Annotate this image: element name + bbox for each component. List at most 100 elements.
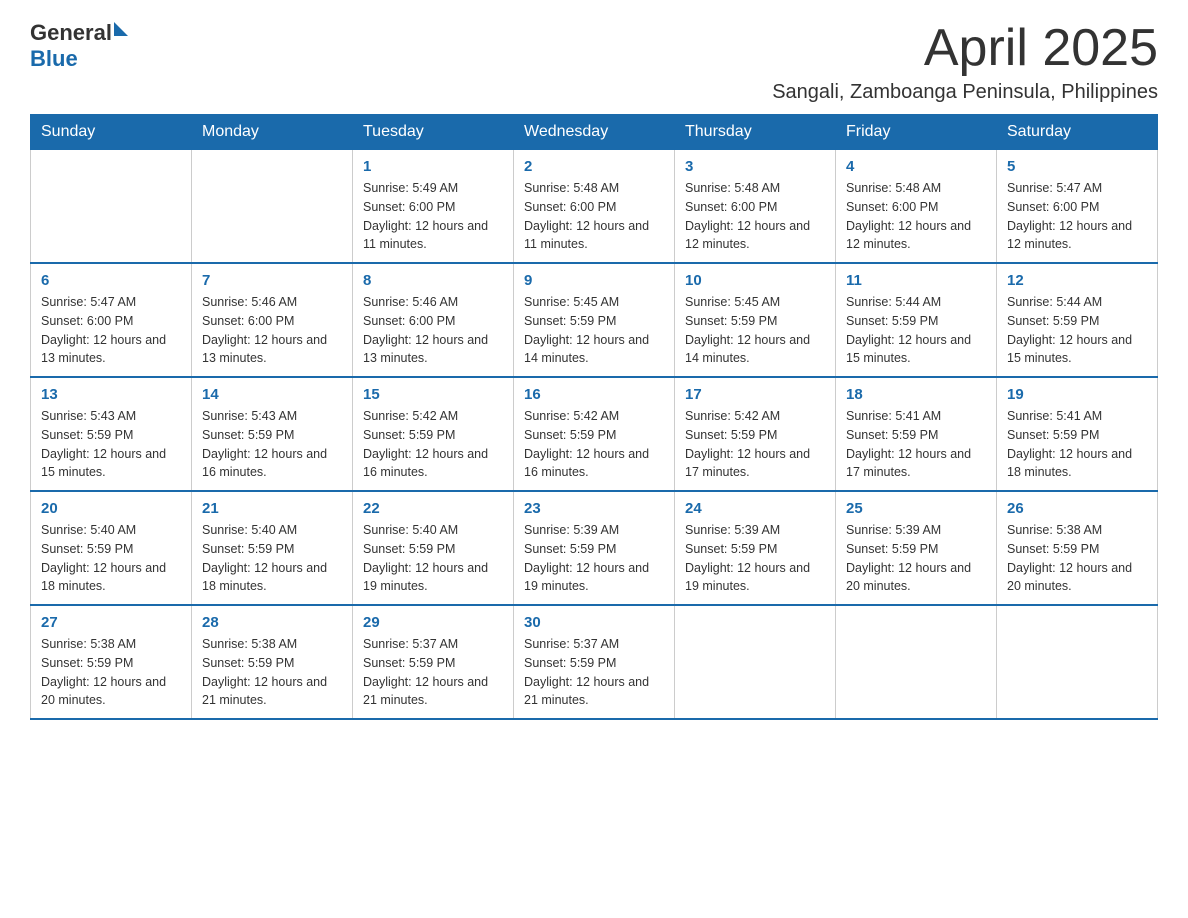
calendar-cell [997, 605, 1158, 719]
day-info: Sunrise: 5:43 AMSunset: 5:59 PMDaylight:… [202, 407, 342, 482]
calendar-table: SundayMondayTuesdayWednesdayThursdayFrid… [30, 114, 1158, 720]
calendar-cell: 3 Sunrise: 5:48 AMSunset: 6:00 PMDaylight… [675, 150, 836, 264]
day-number: 8 [363, 272, 503, 289]
calendar-cell: 2 Sunrise: 5:48 AMSunset: 6:00 PMDaylight… [514, 150, 675, 264]
day-info: Sunrise: 5:38 AMSunset: 5:59 PMDaylight:… [41, 635, 181, 710]
calendar-cell: 17 Sunrise: 5:42 AMSunset: 5:59 PMDayligh… [675, 377, 836, 491]
weekday-header-row: SundayMondayTuesdayWednesdayThursdayFrid… [31, 115, 1158, 150]
calendar-cell: 8 Sunrise: 5:46 AMSunset: 6:00 PMDaylight… [353, 263, 514, 377]
calendar-cell [192, 150, 353, 264]
day-info: Sunrise: 5:38 AMSunset: 5:59 PMDaylight:… [202, 635, 342, 710]
calendar-cell: 26Sunrise: 5:38 AMSunset: 5:59 PMDayligh… [997, 491, 1158, 605]
day-info: Sunrise: 5:41 AMSunset: 5:59 PMDaylight:… [1007, 407, 1147, 482]
weekday-header-sunday: Sunday [31, 115, 192, 150]
day-info: Sunrise: 5:44 AMSunset: 5:59 PMDaylight:… [846, 293, 986, 368]
calendar-cell: 20 Sunrise: 5:40 AMSunset: 5:59 PMDayligh… [31, 491, 192, 605]
weekday-header-thursday: Thursday [675, 115, 836, 150]
weekday-header-tuesday: Tuesday [353, 115, 514, 150]
calendar-cell: 27 Sunrise: 5:38 AMSunset: 5:59 PMDayligh… [31, 605, 192, 719]
calendar-cell: 30 Sunrise: 5:37 AMSunset: 5:59 PMDayligh… [514, 605, 675, 719]
calendar-cell: 12Sunrise: 5:44 AMSunset: 5:59 PMDayligh… [997, 263, 1158, 377]
day-number: 27 [41, 614, 181, 631]
day-number: 24 [685, 500, 825, 517]
day-number: 5 [1007, 158, 1147, 175]
calendar-cell: 29 Sunrise: 5:37 AMSunset: 5:59 PMDayligh… [353, 605, 514, 719]
day-info: Sunrise: 5:37 AMSunset: 5:59 PMDaylight:… [524, 635, 664, 710]
day-info: Sunrise: 5:40 AMSunset: 5:59 PMDaylight:… [202, 521, 342, 596]
calendar-cell [675, 605, 836, 719]
day-info: Sunrise: 5:48 AMSunset: 6:00 PMDaylight:… [524, 179, 664, 254]
calendar-cell: 22 Sunrise: 5:40 AMSunset: 5:59 PMDayligh… [353, 491, 514, 605]
day-number: 20 [41, 500, 181, 517]
day-info: Sunrise: 5:49 AMSunset: 6:00 PMDaylight:… [363, 179, 503, 254]
calendar-cell: 21 Sunrise: 5:40 AMSunset: 5:59 PMDayligh… [192, 491, 353, 605]
day-number: 16 [524, 386, 664, 403]
day-number: 9 [524, 272, 664, 289]
day-info: Sunrise: 5:46 AMSunset: 6:00 PMDaylight:… [363, 293, 503, 368]
month-title: April 2025 [772, 20, 1158, 77]
day-info: Sunrise: 5:46 AMSunset: 6:00 PMDaylight:… [202, 293, 342, 368]
weekday-header-saturday: Saturday [997, 115, 1158, 150]
calendar-cell: 7 Sunrise: 5:46 AMSunset: 6:00 PMDaylight… [192, 263, 353, 377]
day-number: 10 [685, 272, 825, 289]
calendar-cell: 9Sunrise: 5:45 AMSunset: 5:59 PMDaylight… [514, 263, 675, 377]
day-number: 14 [202, 386, 342, 403]
day-info: Sunrise: 5:48 AMSunset: 6:00 PMDaylight:… [846, 179, 986, 254]
day-number: 7 [202, 272, 342, 289]
day-info: Sunrise: 5:40 AMSunset: 5:59 PMDaylight:… [363, 521, 503, 596]
day-number: 6 [41, 272, 181, 289]
calendar-cell: 28 Sunrise: 5:38 AMSunset: 5:59 PMDayligh… [192, 605, 353, 719]
logo-blue: Blue [30, 46, 78, 72]
day-info: Sunrise: 5:45 AMSunset: 5:59 PMDaylight:… [685, 293, 825, 368]
calendar-cell: 13Sunrise: 5:43 AMSunset: 5:59 PMDayligh… [31, 377, 192, 491]
day-number: 3 [685, 158, 825, 175]
day-number: 29 [363, 614, 503, 631]
calendar-cell: 1Sunrise: 5:49 AMSunset: 6:00 PMDaylight… [353, 150, 514, 264]
weekday-header-friday: Friday [836, 115, 997, 150]
day-number: 18 [846, 386, 986, 403]
week-row-2: 6 Sunrise: 5:47 AMSunset: 6:00 PMDaylight… [31, 263, 1158, 377]
week-row-3: 13Sunrise: 5:43 AMSunset: 5:59 PMDayligh… [31, 377, 1158, 491]
day-number: 22 [363, 500, 503, 517]
day-number: 2 [524, 158, 664, 175]
day-number: 17 [685, 386, 825, 403]
day-info: Sunrise: 5:37 AMSunset: 5:59 PMDaylight:… [363, 635, 503, 710]
day-info: Sunrise: 5:42 AMSunset: 5:59 PMDaylight:… [363, 407, 503, 482]
day-number: 4 [846, 158, 986, 175]
day-info: Sunrise: 5:43 AMSunset: 5:59 PMDaylight:… [41, 407, 181, 482]
day-number: 15 [363, 386, 503, 403]
week-row-1: 1Sunrise: 5:49 AMSunset: 6:00 PMDaylight… [31, 150, 1158, 264]
logo-general: General [30, 20, 112, 46]
calendar-cell: 14 Sunrise: 5:43 AMSunset: 5:59 PMDayligh… [192, 377, 353, 491]
day-number: 30 [524, 614, 664, 631]
location-title: Sangali, Zamboanga Peninsula, Philippine… [772, 81, 1158, 104]
calendar-cell: 25Sunrise: 5:39 AMSunset: 5:59 PMDayligh… [836, 491, 997, 605]
calendar-cell: 24Sunrise: 5:39 AMSunset: 5:59 PMDayligh… [675, 491, 836, 605]
day-number: 28 [202, 614, 342, 631]
day-number: 23 [524, 500, 664, 517]
day-number: 21 [202, 500, 342, 517]
day-info: Sunrise: 5:47 AMSunset: 6:00 PMDaylight:… [41, 293, 181, 368]
calendar-cell: 19Sunrise: 5:41 AMSunset: 5:59 PMDayligh… [997, 377, 1158, 491]
calendar-cell: 10 Sunrise: 5:45 AMSunset: 5:59 PMDayligh… [675, 263, 836, 377]
calendar-cell: 5Sunrise: 5:47 AMSunset: 6:00 PMDaylight… [997, 150, 1158, 264]
week-row-5: 27 Sunrise: 5:38 AMSunset: 5:59 PMDayligh… [31, 605, 1158, 719]
day-info: Sunrise: 5:42 AMSunset: 5:59 PMDaylight:… [524, 407, 664, 482]
weekday-header-monday: Monday [192, 115, 353, 150]
day-number: 25 [846, 500, 986, 517]
calendar-cell: 23 Sunrise: 5:39 AMSunset: 5:59 PMDayligh… [514, 491, 675, 605]
day-info: Sunrise: 5:48 AMSunset: 6:00 PMDaylight:… [685, 179, 825, 254]
calendar-cell [31, 150, 192, 264]
calendar-cell: 18Sunrise: 5:41 AMSunset: 5:59 PMDayligh… [836, 377, 997, 491]
calendar-cell: 4 Sunrise: 5:48 AMSunset: 6:00 PMDaylight… [836, 150, 997, 264]
header: General Blue April 2025 Sangali, Zamboan… [30, 20, 1158, 104]
logo-triangle-icon [114, 22, 128, 36]
day-info: Sunrise: 5:42 AMSunset: 5:59 PMDaylight:… [685, 407, 825, 482]
day-info: Sunrise: 5:38 AMSunset: 5:59 PMDaylight:… [1007, 521, 1147, 596]
logo: General Blue [30, 20, 128, 72]
day-info: Sunrise: 5:40 AMSunset: 5:59 PMDaylight:… [41, 521, 181, 596]
day-info: Sunrise: 5:39 AMSunset: 5:59 PMDaylight:… [524, 521, 664, 596]
calendar-cell: 15 Sunrise: 5:42 AMSunset: 5:59 PMDayligh… [353, 377, 514, 491]
day-number: 12 [1007, 272, 1147, 289]
calendar-cell: 16 Sunrise: 5:42 AMSunset: 5:59 PMDayligh… [514, 377, 675, 491]
